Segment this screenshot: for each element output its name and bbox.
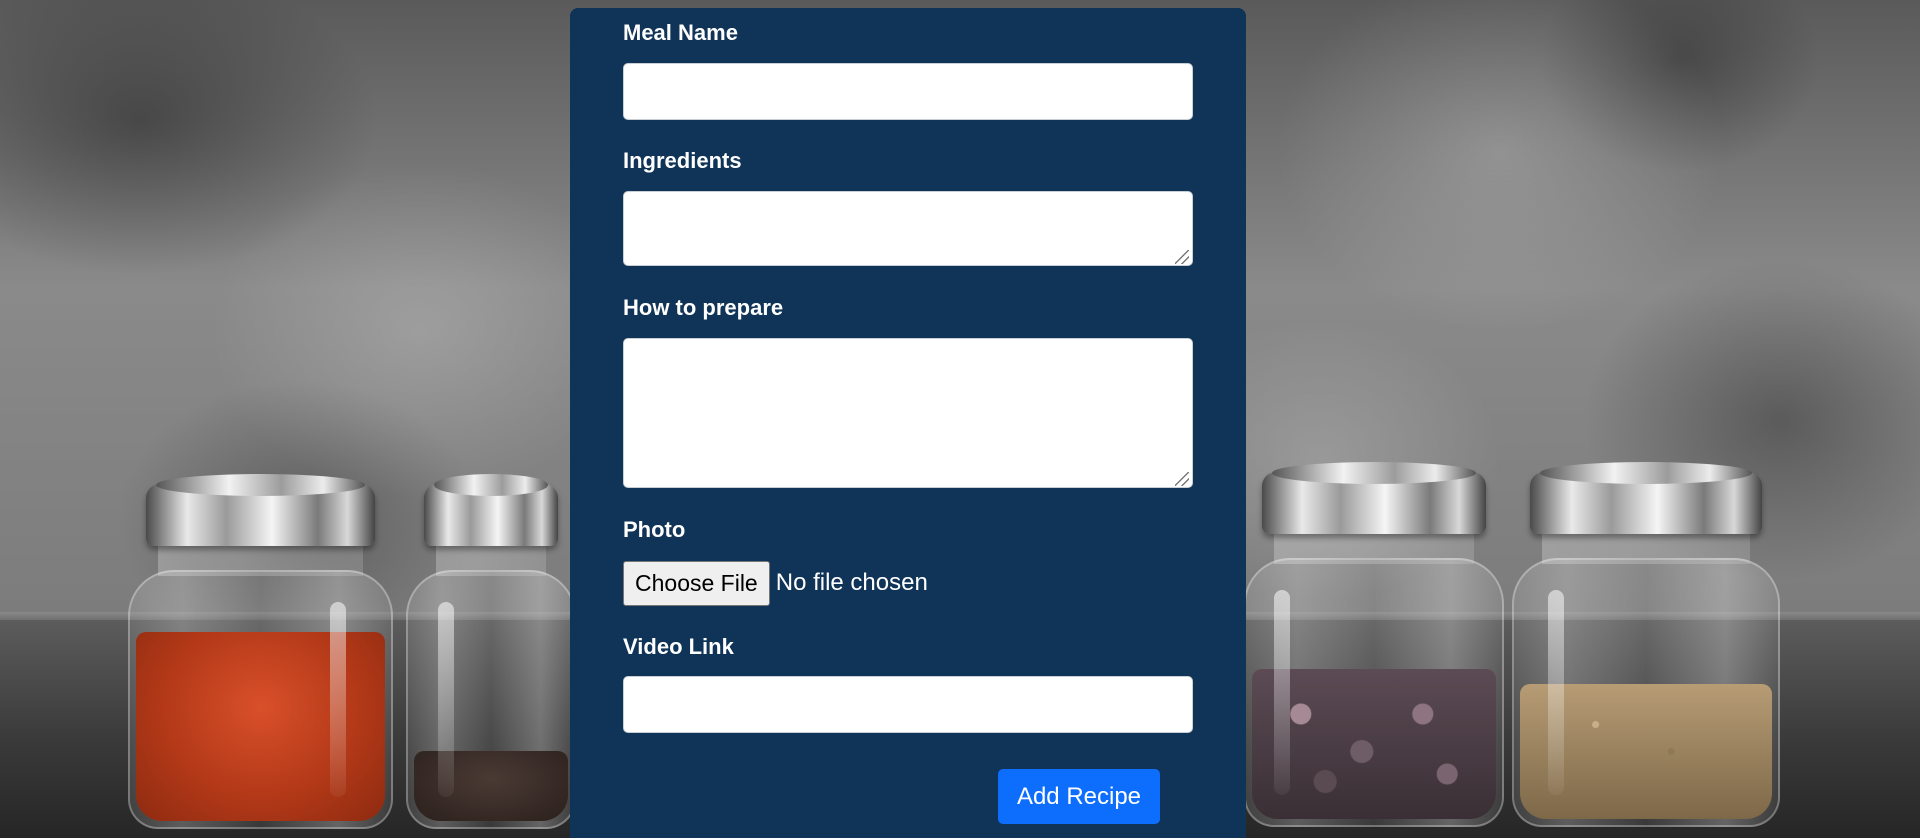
photo-file-input[interactable]: Choose File No file chosen — [623, 560, 928, 606]
seed-spice-jar — [1512, 462, 1780, 827]
choose-file-button[interactable]: Choose File — [623, 560, 770, 606]
resize-grip-icon[interactable] — [1175, 250, 1189, 264]
photo-label: Photo — [623, 517, 686, 542]
clear-spice-jar — [406, 474, 576, 829]
add-recipe-form: Meal Name Ingredients How to prepare Pho… — [570, 8, 1246, 838]
ingredients-label: Ingredients — [623, 148, 742, 173]
ingredients-textarea[interactable] — [623, 191, 1193, 266]
meal-name-label: Meal Name — [623, 20, 738, 45]
video-link-input[interactable] — [623, 676, 1193, 733]
allspice-jar — [1244, 462, 1504, 827]
how-to-prepare-textarea[interactable] — [623, 338, 1193, 488]
add-recipe-button[interactable]: Add Recipe — [998, 769, 1160, 824]
file-status-text: No file chosen — [775, 569, 928, 596]
paprika-jar — [128, 474, 393, 829]
how-to-prepare-label: How to prepare — [623, 295, 784, 320]
resize-grip-icon[interactable] — [1175, 472, 1189, 486]
meal-name-input[interactable] — [623, 63, 1193, 120]
video-link-label: Video Link — [623, 634, 734, 659]
